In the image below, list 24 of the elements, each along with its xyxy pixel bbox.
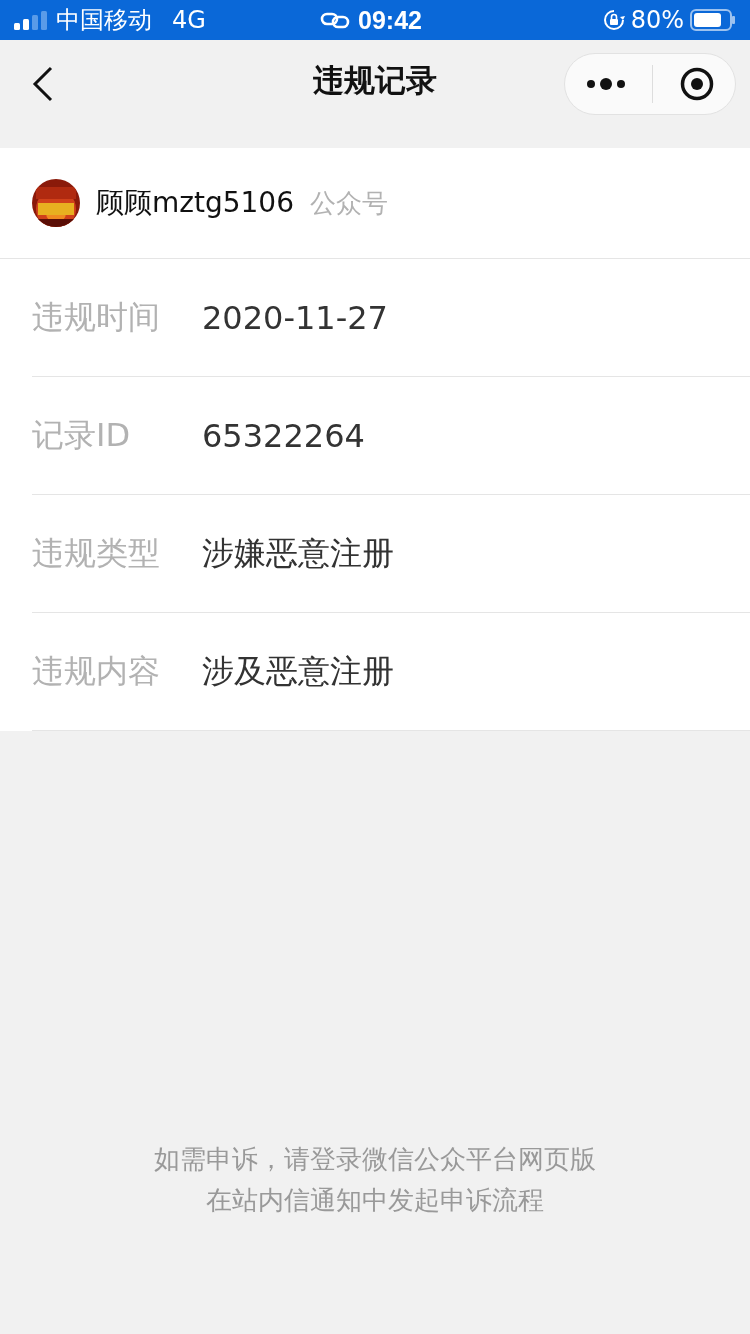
back-icon[interactable] — [32, 66, 54, 102]
field-label: 记录ID — [32, 414, 132, 456]
carrier-name: 中国移动 — [56, 5, 152, 36]
field-value: 2020-11-27 — [202, 298, 388, 337]
field-value: 涉嫌恶意注册 — [202, 532, 394, 574]
notice-text: 在站内信通知中发起申诉流程 — [206, 1184, 544, 1217]
network-type: 4G — [172, 6, 206, 34]
link-icon — [320, 11, 350, 29]
more-icon[interactable] — [586, 77, 627, 91]
account-type: 公众号 — [310, 186, 388, 220]
clock-time: 09:42 — [358, 5, 422, 35]
rotation-lock-icon — [602, 9, 625, 31]
notice-text: 如需申诉，请登录微信公众平台网页版 — [154, 1143, 596, 1176]
battery-icon — [690, 9, 736, 31]
account-name: 顾顾mztg5106 — [96, 185, 294, 221]
page-title: 违规记录 — [312, 61, 438, 100]
field-value: 涉及恶意注册 — [202, 650, 394, 692]
signal-icon — [14, 10, 48, 30]
field-value: 65322264 — [202, 416, 365, 455]
field-label: 违规内容 — [32, 650, 161, 692]
close-target-icon[interactable] — [679, 67, 714, 101]
field-label: 违规类型 — [32, 532, 161, 574]
field-label: 违规时间 — [32, 296, 161, 338]
battery-percent: 80% — [630, 6, 684, 34]
